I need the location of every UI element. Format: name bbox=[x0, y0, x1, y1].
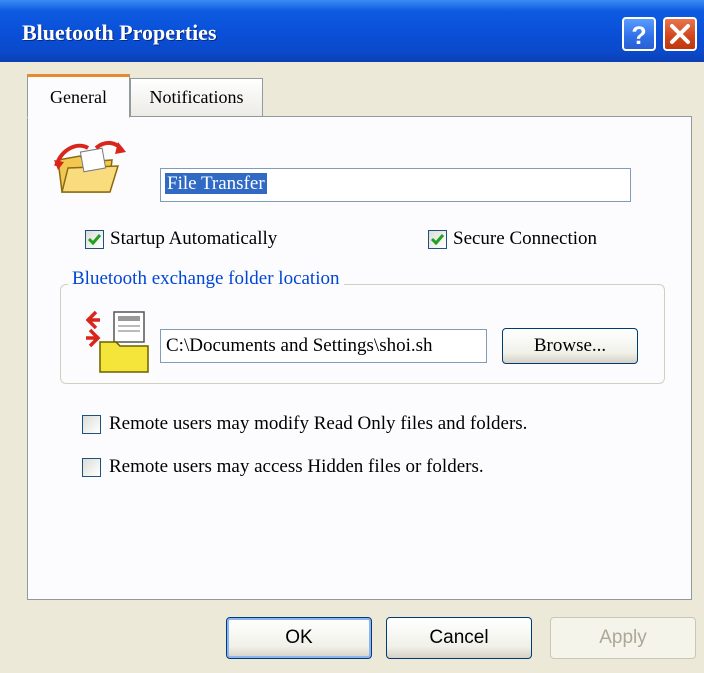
folder-location-group-label: Bluetooth exchange folder location bbox=[68, 268, 344, 290]
service-name-input[interactable]: File Transfer bbox=[160, 168, 631, 202]
svg-text:?: ? bbox=[631, 22, 646, 49]
secure-connection-checkbox[interactable] bbox=[428, 230, 447, 249]
folder-path-field[interactable]: C:\Documents and Settings\shoi.sh bbox=[160, 329, 487, 363]
cancel-button[interactable]: Cancel bbox=[386, 617, 532, 659]
checkmark-icon bbox=[430, 234, 445, 246]
help-icon: ? bbox=[631, 22, 646, 49]
hidden-files-checkbox[interactable] bbox=[82, 458, 101, 477]
secure-connection-label[interactable]: Secure Connection bbox=[453, 228, 597, 250]
file-transfer-icon bbox=[54, 141, 126, 193]
browse-button[interactable]: Browse... bbox=[502, 328, 638, 364]
readonly-label[interactable]: Remote users may modify Read Only files … bbox=[109, 413, 527, 435]
title-bar[interactable]: Bluetooth Properties ? bbox=[0, 0, 704, 62]
close-button[interactable] bbox=[663, 17, 697, 51]
tab-notifications[interactable]: Notifications bbox=[130, 78, 263, 116]
readonly-checkbox[interactable] bbox=[82, 415, 101, 434]
checkmark-icon bbox=[87, 234, 102, 246]
apply-button[interactable]: Apply bbox=[550, 617, 696, 659]
close-icon bbox=[670, 24, 690, 44]
exchange-folder-icon bbox=[86, 310, 149, 373]
help-button[interactable]: ? bbox=[622, 17, 656, 51]
window-title: Bluetooth Properties bbox=[22, 20, 217, 45]
ok-button[interactable]: OK bbox=[226, 617, 372, 659]
tab-general[interactable]: General bbox=[27, 74, 130, 118]
startup-label[interactable]: Startup Automatically bbox=[110, 228, 277, 250]
service-name-text: File Transfer bbox=[165, 173, 267, 194]
hidden-files-label[interactable]: Remote users may access Hidden files or … bbox=[109, 456, 484, 478]
startup-checkbox[interactable] bbox=[85, 230, 104, 249]
